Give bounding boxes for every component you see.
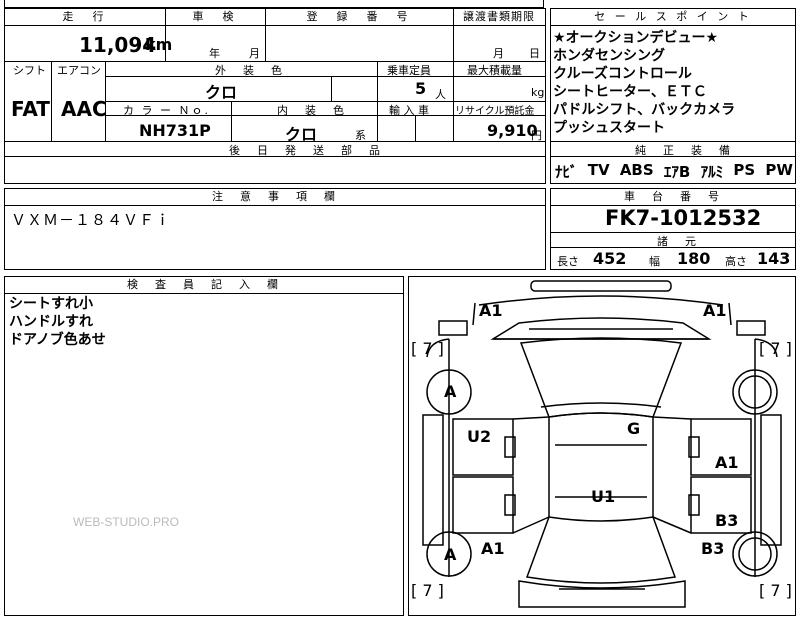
genuine-equipment-list: ﾅﾋﾞ TV ABS ｴｱB ｱﾙﾐ PS PW	[555, 161, 793, 182]
sales-point: シートヒーター、ＥＴＣ	[553, 84, 707, 100]
damage-mark: A1	[479, 301, 503, 320]
damage-mark: G	[627, 419, 641, 438]
mileage-header: 走 行	[5, 9, 165, 26]
inspection-month: 月	[249, 47, 260, 60]
damage-mark: A1	[481, 539, 505, 558]
inspector-panel: 検 査 員 記 入 欄 シートすれ小 ハンドルすれ ドアノブ色あせ WEB-ST…	[4, 276, 404, 616]
length-label: 長さ	[557, 255, 579, 268]
sales-points-list: ★オークションデビュー★ ホンダセンシング クルーズコントロール シートヒーター…	[553, 29, 735, 137]
trunk	[518, 580, 686, 608]
watermark: WEB-STUDIO.PRO	[73, 515, 180, 529]
equipment-item: ﾅﾋﾞ	[555, 163, 578, 181]
color-no-value: NH731P	[139, 121, 211, 140]
aircon-value: AAC	[61, 97, 107, 121]
tire-mark: [ 7 ]	[411, 339, 444, 358]
transfer-header: 譲渡書類期限	[453, 9, 545, 26]
inspection-header: 車 検	[165, 9, 265, 26]
capacity-value: 5	[415, 79, 427, 98]
shift-value: FAT	[11, 97, 50, 121]
height-value: 143	[757, 249, 791, 268]
tire-mark: [ 7 ]	[411, 581, 444, 600]
exterior-value: クロ	[205, 83, 238, 102]
front-bumper-strip	[530, 280, 672, 292]
equipment-item: TV	[587, 161, 610, 179]
inspection-year: 年	[209, 47, 220, 60]
registration-header: 登 録 番 号	[265, 9, 453, 26]
inspector-note: シートすれ小	[9, 296, 93, 312]
notes-text: ＶＸＭ－１８４ＶＦｉ	[11, 211, 172, 229]
damage-mark: A1	[703, 301, 727, 320]
damage-mark: U1	[591, 487, 616, 506]
sales-point: プッシュスタート	[553, 120, 665, 136]
sales-point: ホンダセンシング	[553, 48, 665, 64]
sales-point: パドルシフト、バックカメラ	[553, 102, 736, 118]
transfer-day: 日	[529, 47, 540, 60]
sales-point: ★オークションデビュー★	[553, 30, 719, 46]
damage-mark: A1	[715, 453, 739, 472]
sales-points-header: セ ー ル ス ポ イ ン ト	[551, 9, 795, 26]
chassis-panel: 車 台 番 号 FK7-1012532 諸 元 長さ 452 幅 180 高さ …	[550, 188, 796, 270]
left-sill	[422, 414, 444, 546]
chassis-number: FK7-1012532	[605, 206, 762, 230]
right-sill	[760, 414, 782, 546]
notes-panel: 注 意 事 項 欄 ＶＸＭ－１８４ＶＦｉ	[4, 188, 546, 270]
equipment-item: ｱﾙﾐ	[700, 163, 724, 181]
maxload-unit: kg	[531, 86, 545, 99]
inspector-note: ドアノブ色あせ	[9, 332, 106, 348]
equipment-item: ｴｱB	[663, 163, 691, 181]
top-strip	[4, 0, 544, 8]
vehicle-info-table: 走 行 車 検 登 録 番 号 譲渡書類期限 11,094 km 年 月 月 日…	[4, 8, 546, 184]
damage-mark: A	[444, 382, 457, 401]
mileage-unit: km	[145, 35, 173, 54]
inspector-notes-list: シートすれ小 ハンドルすれ ドアノブ色あせ	[9, 295, 106, 349]
width-label: 幅	[649, 255, 660, 268]
equipment-item: PW	[765, 161, 793, 179]
equipment-item: ABS	[619, 161, 654, 179]
tire-mark: [ 7 ]	[759, 339, 792, 358]
capacity-unit: 人	[435, 88, 446, 101]
tire-mark: [ 7 ]	[759, 581, 792, 600]
damage-mark: B3	[715, 511, 739, 530]
inspector-note: ハンドルすれ	[9, 314, 93, 330]
inspector-header: 検 査 員 記 入 欄	[5, 277, 403, 294]
left-rear-door	[452, 476, 514, 534]
height-label: 高さ	[725, 255, 747, 268]
damage-mark: B3	[701, 539, 725, 558]
damage-mark: A	[444, 545, 457, 564]
equipment-item: PS	[733, 161, 756, 179]
car-diagram-panel: A1 A1 [ 7 ] [ 7 ] A U2 G A1 U1 B3 A1 B3 …	[408, 276, 796, 616]
damage-mark: U2	[467, 427, 492, 446]
chassis-header: 車 台 番 号	[551, 189, 795, 206]
sales-point: クルーズコントロール	[553, 66, 692, 82]
transfer-month: 月	[493, 47, 504, 60]
width-value: 180	[677, 249, 711, 268]
notes-header: 注 意 事 項 欄	[5, 189, 545, 206]
length-value: 452	[593, 249, 627, 268]
sales-points-panel: セ ー ル ス ポ イ ン ト ★オークションデビュー★ ホンダセンシング クル…	[550, 8, 796, 184]
front-bumper	[478, 295, 724, 306]
car-diagram	[422, 280, 782, 608]
windshield	[519, 337, 683, 418]
